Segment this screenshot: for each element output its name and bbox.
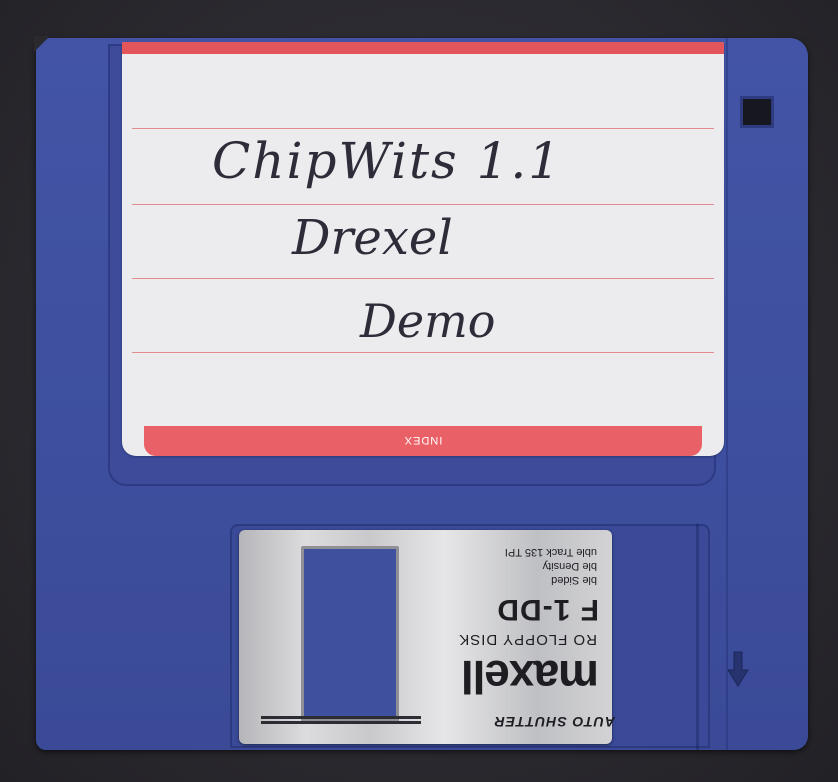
label-rule-line <box>132 278 714 279</box>
label-top-band <box>122 42 724 54</box>
spec-line: uble Track 135 TPI <box>504 546 597 558</box>
index-text: INDEX <box>403 434 443 446</box>
channel-edge <box>696 524 699 750</box>
insert-direction-arrow-icon <box>727 651 749 687</box>
micro-floppy-text: RO FLOPPY DISK <box>458 631 597 648</box>
label-rule-line <box>132 128 714 129</box>
metal-shutter: AUTO SHUTTER maxell RO FLOPPY DISK F 1-D… <box>239 530 615 744</box>
spec-line: ble Density <box>542 560 597 572</box>
floppy-disk: ChipWits 1.1 Drexel Demo INDEX AUTO SHUT… <box>34 36 808 750</box>
handwriting-line-2: Drexel <box>292 210 453 266</box>
shutter-stripes <box>261 716 421 726</box>
spec-line: ble Sided <box>551 574 597 586</box>
label-rule-line <box>132 204 714 205</box>
label-rule-line <box>132 352 714 353</box>
disk-rim <box>726 38 728 750</box>
write-protect-notch-icon <box>740 96 774 128</box>
brand-logo-text: maxell <box>461 651 599 703</box>
disk-label: ChipWits 1.1 Drexel Demo INDEX <box>122 42 724 456</box>
handwriting-line-1: ChipWits 1.1 <box>212 132 563 190</box>
label-index-band: INDEX <box>144 426 702 456</box>
model-text: F 1-DD <box>496 593 599 626</box>
shutter-print: AUTO SHUTTER maxell RO FLOPPY DISK F 1-D… <box>407 530 615 744</box>
handwriting-line-3: Demo <box>360 294 496 348</box>
shutter-window <box>301 546 399 722</box>
auto-shutter-text: AUTO SHUTTER <box>493 714 615 730</box>
